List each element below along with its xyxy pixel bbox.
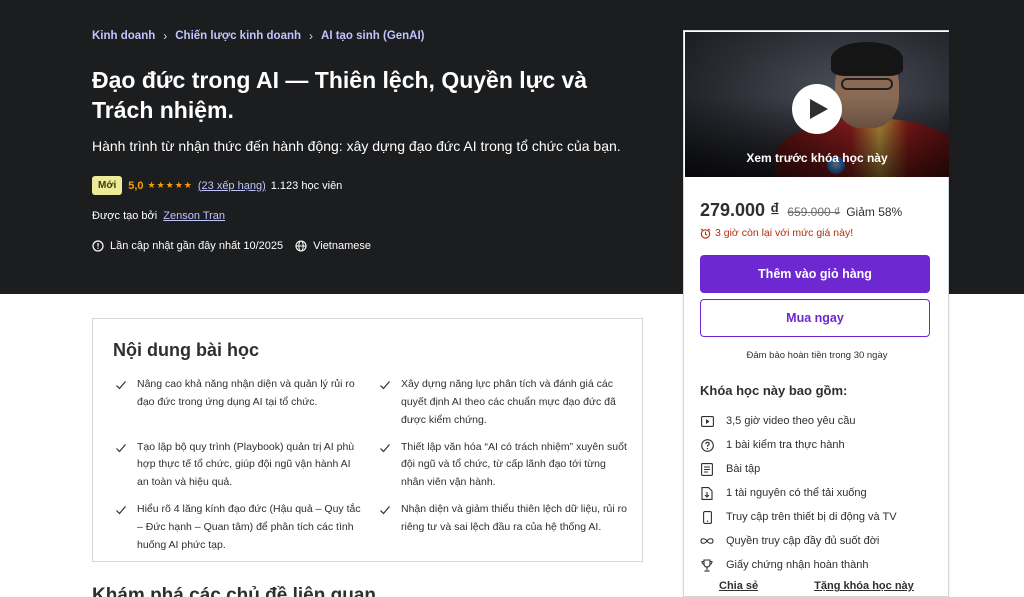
learn-item-text: Thiết lập văn hóa “AI có trách nhiệm” xu… — [401, 440, 627, 489]
includes-item-quiz: 1 bài kiểm tra thực hành — [700, 433, 940, 457]
learn-title: Nội dung bài học — [113, 340, 259, 360]
course-title: Đạo đức trong AI — Thiên lệch, Quyền lực… — [92, 67, 588, 123]
student-count: 1.123 học viên — [270, 179, 343, 192]
discount-label: Giảm 58% — [846, 205, 903, 219]
check-icon — [116, 381, 126, 390]
quiz-icon — [700, 438, 714, 452]
what-you-will-learn: Nội dung bài học Nâng cao khả năng nhận … — [92, 318, 643, 562]
learn-item-text: Tạo lập bộ quy trình (Playbook) quản trị… — [137, 440, 355, 489]
includes-item-label: Bài tập — [726, 463, 761, 475]
new-badge: Mới — [92, 176, 123, 195]
includes-item-lifetime: Quyền truy cập đầy đủ suốt đời — [700, 529, 940, 553]
infinity-icon — [700, 534, 714, 548]
learn-item: Thiết lập văn hóa “AI có trách nhiệm” xu… — [379, 439, 629, 493]
assignment-icon — [700, 462, 714, 476]
alert-clock-icon — [92, 240, 104, 252]
purchase-sidebar: Xem trước khóa học này 279.000 ₫ 659.000… — [683, 30, 949, 597]
learn-item-text: Xây dựng năng lực phân tích và đánh giá … — [401, 378, 616, 426]
original-price: 659.000 ₫ — [787, 205, 841, 219]
includes-title: Khóa học này bao gồm: — [700, 383, 848, 398]
breadcrumb: Kinh doanh › Chiến lược kinh doanh › AI … — [92, 29, 425, 43]
course-preview-video[interactable]: Xem trước khóa học này — [685, 32, 949, 177]
globe-icon — [295, 240, 307, 252]
includes-item-download: 1 tài nguyên có thể tải xuống — [700, 481, 940, 505]
chevron-right-icon: › — [163, 29, 168, 43]
price-row: 279.000 ₫ 659.000 ₫ Giảm 58% — [700, 200, 902, 221]
includes-item-label: 1 tài nguyên có thể tải xuống — [726, 487, 867, 499]
learn-item: Nhận diện và giảm thiểu thiên lệch dữ li… — [379, 501, 629, 555]
includes-item-assignment: Bài tập — [700, 457, 940, 481]
course-language: Vietnamese — [313, 240, 371, 252]
video-icon — [700, 414, 714, 428]
check-icon — [116, 506, 126, 515]
includes-item-label: Truy cập trên thiết bị di động và TV — [726, 511, 897, 523]
includes-item-label: 3,5 giờ video theo yêu cầu — [726, 415, 856, 427]
gift-course-link[interactable]: Tặng khóa học này — [814, 580, 914, 592]
play-button[interactable] — [792, 84, 842, 134]
rating-row: Mới 5,0 ★★★★★ (23 xếp hạng) 1.123 học vi… — [92, 176, 342, 195]
star-rating-icon: ★★★★★ — [147, 180, 193, 190]
created-by-label: Được tạo bởi — [92, 210, 158, 222]
alarm-clock-icon — [700, 228, 711, 239]
breadcrumb-item-genai[interactable]: AI tạo sinh (GenAI) — [321, 30, 425, 42]
timer-text: 3 giờ còn lại với mức giá này! — [715, 227, 854, 239]
learn-list: Nâng cao khả năng nhận diện và quản lý r… — [115, 376, 627, 564]
play-icon — [810, 99, 828, 119]
rating-count-link[interactable]: (23 xếp hạng) — [198, 180, 266, 192]
breadcrumb-item-strategy[interactable]: Chiến lược kinh doanh — [175, 30, 301, 42]
includes-item-mobile: Truy cập trên thiết bị di động và TV — [700, 505, 940, 529]
explore-topics-heading: Khám phá các chủ đề liên quan — [92, 585, 377, 597]
price-timer: 3 giờ còn lại với mức giá này! — [700, 227, 853, 239]
check-icon — [380, 381, 390, 390]
check-icon — [116, 443, 126, 452]
author-link[interactable]: Zenson Tran — [163, 210, 225, 222]
check-icon — [380, 506, 390, 515]
buy-now-button[interactable]: Mua ngay — [700, 299, 930, 337]
download-icon — [700, 486, 714, 500]
includes-item-label: Giấy chứng nhận hoàn thành — [726, 559, 869, 571]
includes-list: 3,5 giờ video theo yêu cầu 1 bài kiểm tr… — [700, 409, 940, 577]
update-language-row: Lần cập nhật gần đây nhất 10/2025 Vietna… — [92, 240, 371, 252]
preview-label: Xem trước khóa học này — [746, 151, 888, 165]
learn-item-text: Nâng cao khả năng nhận diện và quản lý r… — [137, 378, 355, 408]
trophy-icon — [700, 558, 714, 572]
learn-item: Tạo lập bộ quy trình (Playbook) quản trị… — [115, 439, 365, 493]
current-price: 279.000 ₫ — [700, 200, 780, 220]
share-link[interactable]: Chia sẻ — [719, 580, 758, 592]
check-icon — [380, 443, 390, 452]
learn-item: Hiểu rõ 4 lăng kính đạo đức (Hậu quả – Q… — [115, 501, 365, 555]
includes-item-certificate: Giấy chứng nhận hoàn thành — [700, 553, 940, 577]
includes-item-label: Quyền truy cập đầy đủ suốt đời — [726, 535, 880, 547]
mobile-icon — [700, 510, 714, 524]
course-subtitle: Hành trình từ nhận thức đến hành động: x… — [92, 138, 621, 154]
learn-item-text: Nhận diện và giảm thiểu thiên lệch dữ li… — [401, 503, 627, 533]
includes-item-label: 1 bài kiểm tra thực hành — [726, 439, 845, 451]
sidebar-links: Chia sẻ Tặng khóa học này — [719, 580, 914, 592]
breadcrumb-item-business[interactable]: Kinh doanh — [92, 30, 155, 42]
created-by: Được tạo bởi Zenson Tran — [92, 210, 225, 222]
learn-item: Nâng cao khả năng nhận diện và quản lý r… — [115, 376, 365, 430]
chevron-right-icon: › — [309, 29, 314, 43]
money-back-guarantee: Đảm bảo hoàn tiền trong 30 ngày — [746, 350, 888, 361]
learn-item-text: Hiểu rõ 4 lăng kính đạo đức (Hậu quả – Q… — [137, 503, 361, 551]
last-updated: Lần cập nhật gần đây nhất 10/2025 — [110, 240, 284, 252]
learn-item: Xây dựng năng lực phân tích và đánh giá … — [379, 376, 629, 430]
includes-item-video: 3,5 giờ video theo yêu cầu — [700, 409, 940, 433]
add-to-cart-button[interactable]: Thêm vào giỏ hàng — [700, 255, 930, 293]
rating-value: 5,0 — [128, 179, 144, 192]
